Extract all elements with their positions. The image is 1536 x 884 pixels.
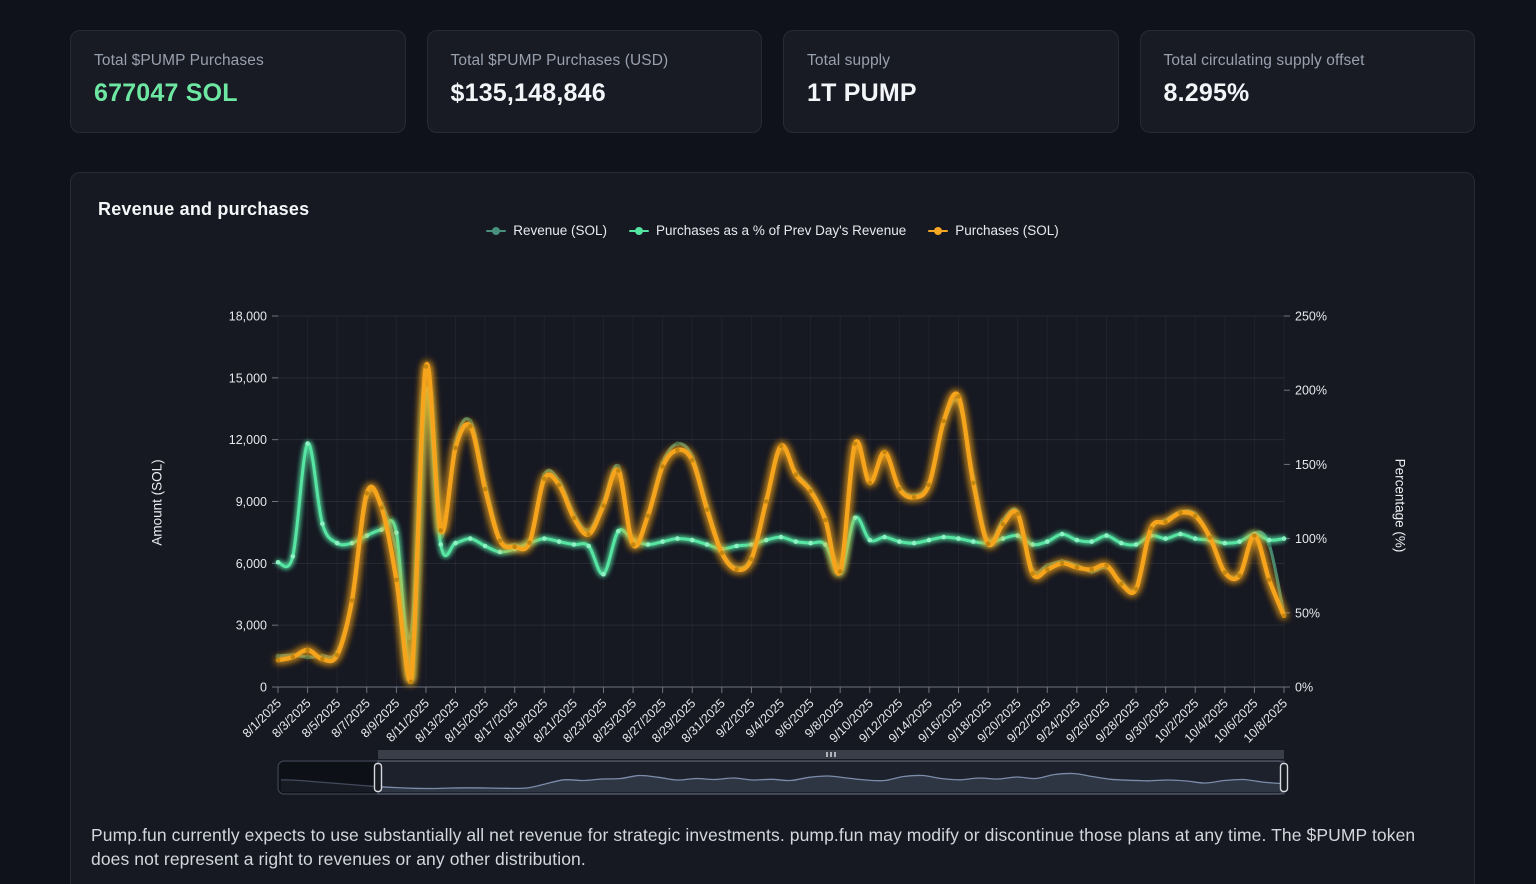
brush-navigator	[278, 750, 1288, 794]
stats-row: Total $PUMP Purchases 677047 SOL Total $…	[70, 30, 1475, 133]
chart-plot-area[interactable]: 0 3,000 6,000 9,000 12,000 15,000 18,000 0% 50% 1…	[71, 173, 1475, 884]
svg-text:15,000: 15,000	[229, 371, 267, 385]
stat-card-value: 8.295%	[1164, 79, 1452, 108]
stat-card-circulating-offset: Total circulating supply offset 8.295%	[1140, 30, 1476, 133]
brush-handle-left[interactable]	[374, 764, 381, 792]
stat-card-label: Total circulating supply offset	[1164, 52, 1452, 70]
stat-card-total-purchases-usd: Total $PUMP Purchases (USD) $135,148,846	[427, 30, 763, 133]
stat-card-label: Total $PUMP Purchases	[94, 52, 382, 70]
stat-card-label: Total $PUMP Purchases (USD)	[451, 52, 739, 70]
footer-disclaimer: Pump.fun currently expects to use substa…	[91, 823, 1441, 871]
svg-text:50%: 50%	[1295, 606, 1320, 620]
brush-grip-icon	[826, 752, 828, 757]
revenue-purchases-chart-card: Revenue and purchases Revenue (SOL) Purc…	[70, 172, 1475, 884]
brush-grip-icon	[830, 752, 832, 757]
stat-card-value: 1T PUMP	[807, 79, 1095, 108]
svg-text:0: 0	[260, 681, 267, 695]
stat-card-total-supply: Total supply 1T PUMP	[783, 30, 1119, 133]
svg-text:150%: 150%	[1295, 458, 1327, 472]
svg-text:9,000: 9,000	[236, 495, 267, 509]
svg-text:100%: 100%	[1295, 532, 1327, 546]
svg-text:250%: 250%	[1295, 310, 1327, 324]
svg-text:6,000: 6,000	[236, 557, 267, 571]
svg-text:12,000: 12,000	[229, 433, 267, 447]
brush-selection[interactable]	[378, 761, 1284, 794]
stat-card-total-purchases: Total $PUMP Purchases 677047 SOL	[70, 30, 406, 133]
brush-grip-icon	[834, 752, 836, 757]
svg-text:3,000: 3,000	[236, 619, 267, 633]
stat-card-label: Total supply	[807, 52, 1095, 70]
brush-handle-right[interactable]	[1281, 764, 1288, 792]
svg-text:18,000: 18,000	[229, 310, 267, 324]
svg-text:200%: 200%	[1295, 384, 1327, 398]
gridlines: 0 3,000 6,000 9,000 12,000 15,000 18,000 0% 50% 1…	[229, 310, 1327, 695]
stat-card-value: 677047 SOL	[94, 79, 382, 108]
svg-text:0%: 0%	[1295, 681, 1313, 695]
stat-card-value: $135,148,846	[451, 79, 739, 108]
dashboard-page: Total $PUMP Purchases 677047 SOL Total $…	[0, 0, 1536, 884]
x-axis-labels: 8/1/20258/3/20258/5/20258/7/20258/9/2025…	[240, 687, 1290, 745]
